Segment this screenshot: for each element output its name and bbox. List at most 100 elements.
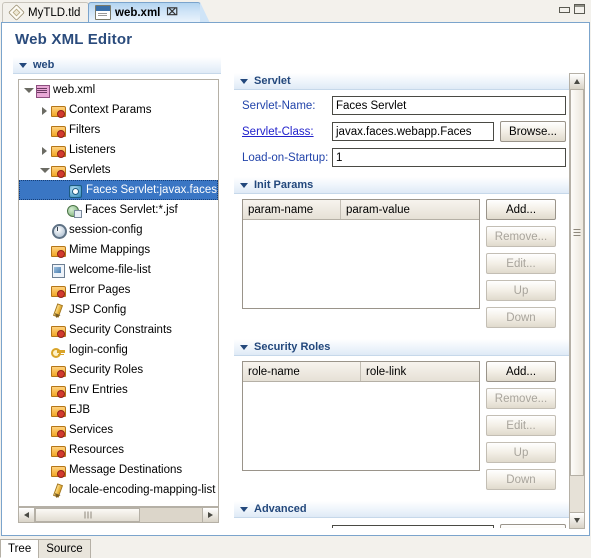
- tree-item-label: Context Params: [69, 104, 152, 116]
- tree-item-ejb[interactable]: EJB: [19, 400, 218, 420]
- scroll-down-icon[interactable]: [570, 512, 584, 528]
- load-on-startup-input[interactable]: 1: [332, 148, 566, 167]
- tree-item-label: web.xml: [53, 84, 96, 96]
- down-button: Down: [486, 469, 556, 490]
- tree-item-env-entries[interactable]: Env Entries: [19, 380, 218, 400]
- section-header-servlet[interactable]: Servlet: [234, 73, 574, 90]
- folder-icon: [50, 283, 66, 298]
- scroll-right-icon[interactable]: [202, 508, 218, 522]
- chevron-down-icon[interactable]: [39, 165, 50, 176]
- security-roles-table[interactable]: role-name role-link: [242, 361, 480, 471]
- tree-item-login-config[interactable]: login-config: [19, 340, 218, 360]
- tree-item-resources[interactable]: Resources: [19, 440, 218, 460]
- browse-button[interactable]: Browse...: [500, 121, 566, 142]
- tree-item-label: Env Entries: [69, 384, 128, 396]
- scroll-up-icon[interactable]: [570, 74, 584, 90]
- folder-icon: [50, 123, 66, 138]
- tree-horizontal-scrollbar[interactable]: [18, 507, 219, 523]
- button-label: Down: [506, 473, 536, 486]
- folder-icon: [50, 443, 66, 458]
- security-roles-section-body: role-name role-link Add... Remove... Edit.…: [234, 361, 574, 494]
- add-button[interactable]: Add...: [486, 199, 556, 220]
- tree-item-label: Faces Servlet:*.jsf: [85, 204, 178, 216]
- chevron-down-icon: [240, 78, 248, 84]
- servlet-name-row: Servlet-Name: Faces Servlet: [234, 96, 574, 115]
- chevron-right-icon[interactable]: [39, 105, 50, 116]
- tree-item-label: Message Destinations: [69, 464, 183, 476]
- security-roles-button-group: Add... Remove... Edit... Up Down: [486, 361, 556, 490]
- tree-item-message-destinations[interactable]: Message Destinations: [19, 460, 218, 480]
- tab-mytld-tld[interactable]: MyTLD.tld: [2, 2, 90, 22]
- folder-icon: [50, 163, 66, 178]
- window-controls: [558, 4, 585, 14]
- remove-button: Remove...: [486, 226, 556, 247]
- tree-item-web-xml[interactable]: web.xml: [19, 80, 218, 100]
- tree-item-servlets[interactable]: Servlets: [19, 160, 218, 180]
- tree-item-session-config[interactable]: session-config: [19, 220, 218, 240]
- servlet-class-link[interactable]: Servlet-Class:: [234, 126, 332, 138]
- tree-item-label: locale-encoding-mapping-list: [69, 484, 216, 496]
- tree-item-faces-servlet-javax-faces[interactable]: Faces Servlet:javax.faces.: [19, 180, 218, 200]
- load-on-startup-label: Load-on-Startup:: [242, 151, 329, 164]
- close-icon[interactable]: ⌧: [166, 7, 178, 18]
- servlet-section-body: Servlet-Name: Faces Servlet Servlet-Clas…: [234, 96, 574, 177]
- tree-item-listeners[interactable]: Listeners: [19, 140, 218, 160]
- scroll-left-icon[interactable]: [19, 508, 35, 522]
- section-header-advanced[interactable]: Advanced: [234, 501, 574, 518]
- tree-item-jsp-config[interactable]: JSP Config: [19, 300, 218, 320]
- tree-item-filters[interactable]: Filters: [19, 120, 218, 140]
- maximize-icon[interactable]: [574, 4, 585, 14]
- section-header-init-params[interactable]: Init Params: [234, 177, 574, 194]
- load-on-startup-row: Load-on-Startup: 1: [234, 148, 574, 167]
- servlet-mapping-icon: [66, 203, 82, 218]
- button-label: Up: [513, 446, 529, 459]
- tree-item-security-roles[interactable]: Security Roles: [19, 360, 218, 380]
- tab-web-xml[interactable]: web.xml ⌧: [88, 2, 210, 23]
- up-button: Up: [486, 442, 556, 463]
- scroll-thumb[interactable]: [570, 89, 584, 476]
- section-header-web[interactable]: web: [13, 57, 221, 74]
- change-button[interactable]: Change...: [500, 524, 566, 528]
- folder-icon: [50, 403, 66, 418]
- small-icon-input[interactable]: [332, 525, 494, 528]
- web-xml-editor-window: MyTLD.tld web.xml ⌧ Web XML Editor web w…: [0, 0, 591, 558]
- section-header-security-roles[interactable]: Security Roles: [234, 339, 574, 356]
- tree-item-services[interactable]: Services: [19, 420, 218, 440]
- editor-mode-tabs: Tree Source: [0, 536, 591, 558]
- folder-icon: [50, 423, 66, 438]
- tree-item-mime-mappings[interactable]: Mime Mappings: [19, 240, 218, 260]
- tree-item-security-constraints[interactable]: Security Constraints: [19, 320, 218, 340]
- minimize-icon[interactable]: [558, 4, 570, 14]
- column-header-role-name: role-name: [243, 362, 361, 381]
- tree-item-label: JSP Config: [69, 304, 127, 316]
- scroll-thumb[interactable]: [35, 508, 141, 522]
- tree-item-context-params[interactable]: Context Params: [19, 100, 218, 120]
- page-icon: [50, 263, 66, 278]
- servlet-class-input[interactable]: javax.faces.webapp.Faces: [332, 122, 494, 141]
- column-header-role-link: role-link: [366, 365, 407, 378]
- servlet-name-input[interactable]: Faces Servlet: [332, 96, 566, 115]
- tree-item-locale-encoding-mapping-list[interactable]: locale-encoding-mapping-list: [19, 480, 218, 500]
- init-params-table[interactable]: param-name param-value: [242, 199, 480, 309]
- add-button[interactable]: Add...: [486, 361, 556, 382]
- chevron-right-icon[interactable]: [39, 145, 50, 156]
- scroll-track[interactable]: [35, 508, 202, 522]
- tab-source[interactable]: Source: [38, 539, 91, 558]
- tree-item-faces-servlet-jsf[interactable]: Faces Servlet:*.jsf: [19, 200, 218, 220]
- tree-item-welcome-file-list[interactable]: welcome-file-list: [19, 260, 218, 280]
- servlet-icon: [67, 183, 83, 198]
- advanced-section-body: Small-Icon: Change...: [234, 524, 574, 528]
- tab-tree[interactable]: Tree: [0, 539, 40, 558]
- details-vertical-scrollbar[interactable]: [569, 73, 585, 529]
- tree-item-error-pages[interactable]: Error Pages: [19, 280, 218, 300]
- section-title: web: [33, 59, 55, 71]
- xml-tree[interactable]: web.xml Context Params Filters Listeners Ser…: [18, 79, 219, 507]
- chevron-down-icon[interactable]: [23, 85, 34, 96]
- tree-item-label: login-config: [69, 344, 128, 356]
- tab-label: MyTLD.tld: [28, 6, 81, 19]
